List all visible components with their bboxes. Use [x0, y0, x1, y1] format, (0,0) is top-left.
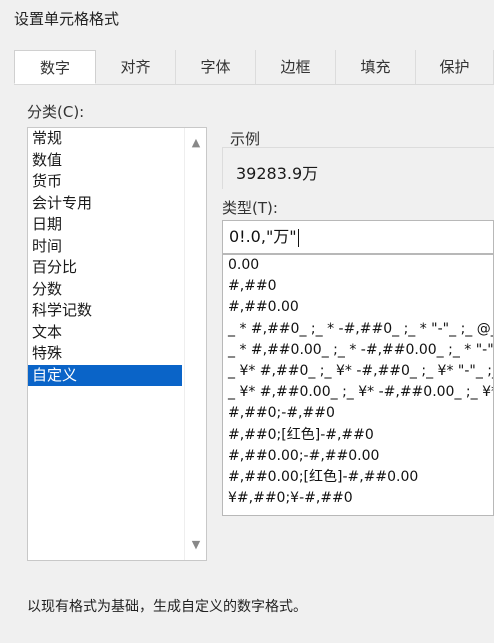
type-input[interactable]: 0!.0,"万"	[222, 220, 494, 254]
scroll-up-icon[interactable]: ▲	[185, 132, 207, 154]
scroll-down-icon[interactable]: ▼	[185, 534, 207, 556]
category-item-percentage[interactable]: 百分比	[28, 257, 182, 279]
category-item-currency[interactable]: 货币	[28, 171, 182, 193]
category-label: 分类(C):	[27, 103, 85, 121]
tab-border[interactable]: 边框	[256, 50, 336, 84]
tab-alignment[interactable]: 对齐	[96, 50, 176, 84]
category-scrollbar[interactable]: ▲ ▼	[184, 128, 206, 560]
category-item-date[interactable]: 日期	[28, 214, 182, 236]
format-item[interactable]: _ ¥* #,##0.00_ ;_ ¥* -#,##0.00_ ;_ ¥*	[223, 382, 493, 403]
format-item[interactable]: #,##0;-#,##0	[223, 403, 493, 424]
category-item-fraction[interactable]: 分数	[28, 279, 182, 301]
format-item[interactable]: #,##0	[223, 276, 493, 297]
format-item[interactable]: _ * #,##0.00_ ;_ * -#,##0.00_ ;_ * "-"?	[223, 340, 493, 361]
tab-font[interactable]: 字体	[176, 50, 256, 84]
category-item-time[interactable]: 时间	[28, 236, 182, 258]
text-cursor	[297, 228, 299, 247]
format-item[interactable]: ¥#,##0;¥-#,##0	[223, 488, 493, 509]
sample-value: 39283.9万	[236, 164, 319, 183]
format-item[interactable]: #,##0.00;[红色]-#,##0.00	[223, 467, 493, 488]
format-item[interactable]: #,##0.00	[223, 297, 493, 318]
format-item[interactable]: #,##0;[红色]-#,##0	[223, 425, 493, 446]
dialog-title: 设置单元格格式	[14, 10, 120, 28]
format-list[interactable]: 0.00 #,##0 #,##0.00 _ * #,##0_ ;_ * -#,#…	[222, 254, 494, 516]
category-item-custom[interactable]: 自定义	[28, 364, 182, 386]
tab-protection[interactable]: 保护	[416, 50, 494, 84]
sample-label: 示例	[230, 130, 261, 148]
category-item-scientific[interactable]: 科学记数	[28, 300, 182, 322]
format-item[interactable]: _ * #,##0_ ;_ * -#,##0_ ;_ * "-"_ ;_ @_	[223, 319, 493, 340]
description-text: 以现有格式为基础，生成自定义的数字格式。	[27, 599, 307, 615]
category-item-special[interactable]: 特殊	[28, 343, 182, 365]
category-item-text[interactable]: 文本	[28, 322, 182, 344]
format-item[interactable]: 0.00	[223, 255, 493, 276]
category-item-number[interactable]: 数值	[28, 150, 182, 172]
category-list[interactable]: 常规 数值 货币 会计专用 日期 时间 百分比 分数 科学记数 文本 特殊 自定…	[27, 127, 207, 561]
category-item-general[interactable]: 常规	[28, 128, 182, 150]
format-item[interactable]: #,##0.00;-#,##0.00	[223, 446, 493, 467]
type-input-value: 0!.0,"万"	[229, 227, 297, 246]
sample-box: 39283.9万	[222, 147, 494, 189]
category-item-accounting[interactable]: 会计专用	[28, 193, 182, 215]
format-item[interactable]: _ ¥* #,##0_ ;_ ¥* -#,##0_ ;_ ¥* "-"_ ;_	[223, 361, 493, 382]
type-label: 类型(T):	[222, 199, 278, 217]
tab-bar: 数字 对齐 字体 边框 填充 保护	[14, 50, 494, 85]
tab-fill[interactable]: 填充	[336, 50, 416, 84]
tab-number[interactable]: 数字	[14, 50, 96, 84]
